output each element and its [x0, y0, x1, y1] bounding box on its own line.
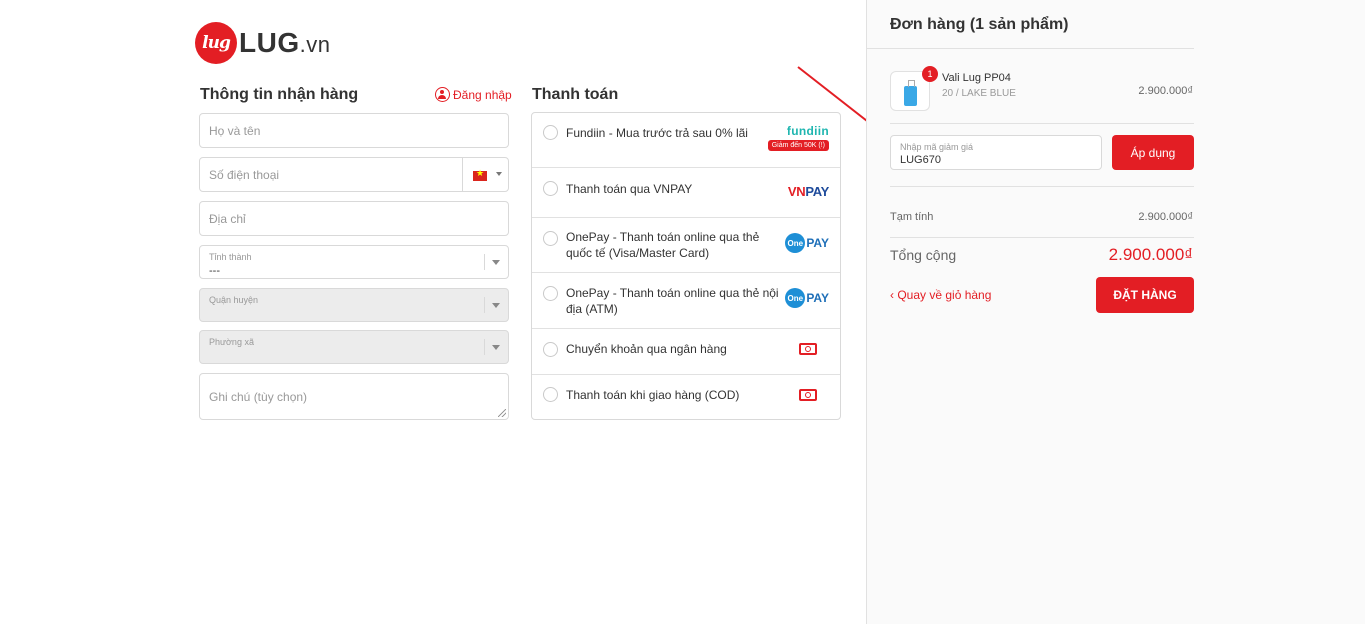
payment-option-onepay-international[interactable]: OnePay - Thanh toán online qua thẻ quốc …	[532, 218, 840, 273]
full-name-input[interactable]: Họ và tên	[199, 113, 509, 148]
order-title: Đơn hàng (1 sản phẩm)	[890, 16, 1069, 33]
total-label: Tổng cộng	[890, 247, 957, 263]
full-name-placeholder: Họ và tên	[209, 123, 261, 138]
quantity-badge: 1	[922, 66, 938, 82]
coupon-value: LUG670	[900, 154, 941, 166]
logo-name: LUG.vn	[239, 27, 331, 58]
vnpay-logo: VNPAY	[787, 184, 829, 199]
onepay-logo: One PAY	[785, 288, 829, 308]
product-name: Vali Lug PP04	[942, 72, 1011, 84]
divider	[890, 123, 1194, 124]
radio-button[interactable]	[543, 125, 558, 140]
chevron-down-icon	[484, 289, 508, 321]
product-variant: 20 / LAKE BLUE	[942, 88, 1016, 99]
note-placeholder: Ghi chú (tùy chọn)	[209, 390, 308, 404]
onepay-logo: One PAY	[785, 233, 829, 253]
checkout-page: lug LUG.vn Thông tin nhận hàng Đăng nhập…	[0, 0, 1365, 624]
divider	[867, 48, 1194, 49]
payment-option-onepay-domestic[interactable]: OnePay - Thanh toán online qua thẻ nội đ…	[532, 273, 840, 329]
ward-select: Phường xã	[199, 330, 509, 364]
back-to-cart-link[interactable]: ‹ Quay về giỏ hàng	[890, 288, 991, 302]
payment-option-label: OnePay - Thanh toán online qua thẻ nội đ…	[566, 286, 779, 316]
site-logo[interactable]: lug LUG.vn	[195, 22, 330, 64]
payment-methods: Fundiin - Mua trước trả sau 0% lãi fundi…	[531, 112, 841, 420]
country-code-select[interactable]	[462, 158, 508, 191]
shipping-title: Thông tin nhận hàng	[200, 86, 359, 103]
login-label: Đăng nhập	[453, 87, 512, 102]
address-input[interactable]: Địa chỉ	[199, 201, 509, 236]
radio-button[interactable]	[543, 342, 558, 357]
address-placeholder: Địa chỉ	[209, 211, 246, 226]
apply-coupon-button[interactable]: Áp dụng	[1112, 135, 1194, 170]
phone-input[interactable]: Số điện thoại	[199, 157, 509, 192]
payment-title: Thanh toán	[532, 86, 619, 103]
payment-option-bank-transfer[interactable]: Chuyển khoản qua ngân hàng	[532, 329, 840, 375]
logo-mark: lug	[195, 22, 237, 64]
total-value: 2.900.000₫	[1108, 245, 1193, 264]
district-label: Quận huyện	[209, 295, 259, 305]
resize-handle-icon[interactable]	[498, 409, 506, 417]
payment-option-vnpay[interactable]: Thanh toán qua VNPAY VNPAY	[532, 168, 840, 218]
coupon-label: Nhập mã giảm giá	[900, 142, 974, 152]
promo-badge: Giảm đến 50K (!)	[767, 140, 829, 151]
payment-option-label: Fundiin - Mua trước trả sau 0% lãi	[566, 126, 748, 140]
product-price: 2.900.000₫	[1138, 85, 1193, 97]
user-icon	[435, 87, 450, 102]
ward-label: Phường xã	[209, 337, 254, 347]
province-label: Tỉnh thành	[209, 252, 252, 262]
radio-button[interactable]	[543, 387, 558, 402]
payment-option-label: Thanh toán khi giao hàng (COD)	[566, 388, 740, 402]
payment-option-label: Chuyển khoản qua ngân hàng	[566, 342, 727, 356]
district-select: Quận huyện	[199, 288, 509, 322]
place-order-button[interactable]: ĐẶT HÀNG	[1096, 277, 1194, 313]
vietnam-flag-icon	[473, 168, 487, 181]
payment-option-cod[interactable]: Thanh toán khi giao hàng (COD)	[532, 375, 840, 419]
chevron-down-icon	[484, 331, 508, 363]
cash-icon	[799, 389, 817, 401]
cash-icon	[799, 343, 817, 355]
payment-option-label: OnePay - Thanh toán online qua thẻ quốc …	[566, 230, 760, 260]
chevron-down-icon	[496, 172, 502, 176]
radio-button[interactable]	[543, 181, 558, 196]
province-select[interactable]: Tỉnh thành ---	[199, 245, 509, 279]
phone-placeholder: Số điện thoại	[209, 167, 280, 182]
order-summary-panel: Đơn hàng (1 sản phẩm) 1 Vali Lug PP04 20…	[866, 0, 1365, 624]
radio-button[interactable]	[543, 286, 558, 301]
coupon-input[interactable]: Nhập mã giảm giá LUG670	[890, 135, 1102, 170]
note-textarea[interactable]: Ghi chú (tùy chọn)	[199, 373, 509, 420]
chevron-down-icon	[484, 246, 508, 278]
province-value: ---	[209, 265, 220, 277]
subtotal-label: Tạm tính	[890, 211, 934, 223]
divider	[890, 237, 1194, 238]
divider	[890, 186, 1194, 187]
login-link[interactable]: Đăng nhập	[435, 87, 512, 102]
suitcase-icon	[904, 80, 917, 106]
subtotal-value: 2.900.000₫	[1138, 211, 1193, 223]
radio-button[interactable]	[543, 231, 558, 246]
payment-option-label: Thanh toán qua VNPAY	[566, 182, 693, 196]
